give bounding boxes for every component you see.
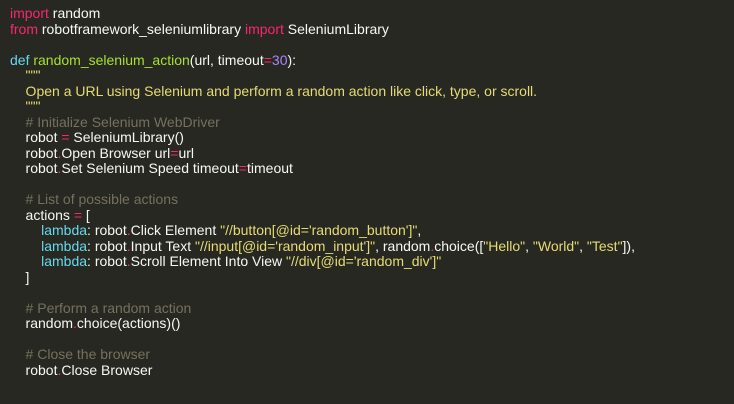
code-token: , random [375,237,431,254]
code-line: """ [10,98,734,115]
string-token: "Hello" [483,237,526,254]
code-line: lambda: robot.Scroll Element Into View "… [10,253,734,270]
string-token: "//button[@id='random_button']" [220,222,418,238]
string-token: """ [10,67,41,83]
code-token: , [525,237,533,254]
code-line: actions = [ [10,206,734,224]
code-token: ): [287,51,297,68]
code-token: robot [10,129,62,145]
string-token: "Test" [586,237,623,254]
code-token: timeout [247,160,293,176]
code-token: Input Text [130,237,195,254]
code-token: , [417,222,422,238]
code-line: lambda: robot.Input Text "//input[@id='r… [10,237,734,255]
code-token: choice([ [434,237,484,254]
comment-token: # Perform a random action [10,299,192,316]
code-token: robot [10,144,58,161]
code-token: ]), [622,237,635,254]
code-token: robot [10,361,58,378]
keyword-token: = [238,160,247,176]
string-token: "//div[@id='random_div']" [286,253,442,269]
builtin-token: lambda [10,237,88,254]
string-token: """ [10,98,41,114]
code-token: SeleniumLibrary() [69,129,184,145]
code-token: actions [10,206,74,223]
keyword-token: import [10,5,49,21]
keyword-token: from [10,20,38,37]
code-editor[interactable]: import random from robotframework_seleniu… [0,0,734,404]
builtin-token: lambda [10,222,88,238]
string-token: Open a URL using Selenium and perform a … [10,82,538,99]
code-token: , [579,237,587,254]
comment-token: # Close the browser [10,346,151,362]
function-name-token: random_selenium_action [33,51,190,68]
code-line: ] [10,268,734,286]
code-line: # Close the browser [10,346,734,363]
code-token: [ [82,206,90,223]
code-block[interactable]: import random from robotframework_seleniu… [10,5,734,379]
keyword-token: import [244,20,284,37]
comment-token: # List of possible actions [10,191,179,207]
number-token: 30 [271,51,288,68]
code-line: # List of possible actions [10,191,734,208]
builtin-token: lambda [10,253,88,269]
code-token: : robot [87,253,127,269]
code-token: Open Browser url [61,144,171,161]
code-token: : robot [87,222,127,238]
code-line: robot = SeleniumLibrary() [10,129,734,146]
code-token: random [10,315,74,331]
code-line: Open a URL using Selenium and perform a … [10,82,734,100]
keyword-token: = [263,51,272,68]
code-line: random.choice(actions)() [10,315,734,332]
code-token: Set Selenium Speed timeout [61,160,239,176]
code-line: lambda: robot.Click Element "//button[@i… [10,222,734,239]
code-token: url [178,144,195,161]
code-line: def random_selenium_action(url, timeout=… [10,51,734,69]
code-token: choice(actions)() [76,315,181,331]
code-token: random [48,5,101,21]
code-token: Scroll Element Into View [130,253,287,269]
code-line: robot.Close Browser [10,361,734,379]
keyword-token: = [73,206,82,223]
builtin-token: def [10,51,30,68]
code-token: SeleniumLibrary [283,20,389,37]
code-line: import random [10,5,734,22]
code-token: robotframework_seleniumlibrary [38,20,245,37]
code-token: Click Element [130,222,221,238]
comment-token: # Initialize Selenium WebDriver [10,113,220,130]
code-token: ] [10,268,30,285]
code-line: robot.Open Browser url=url [10,144,734,162]
string-token: "World" [532,237,580,254]
code-line: from robotframework_seleniumlibrary impo… [10,20,734,38]
code-token: Close Browser [61,361,153,378]
code-line: """ [10,67,734,84]
code-line: # Initialize Selenium WebDriver [10,113,734,131]
code-token: : robot [87,237,127,254]
code-token: robot [10,160,58,176]
code-line: robot.Set Selenium Speed timeout=timeout [10,160,734,177]
string-token: "//input[@id='random_input']" [194,237,376,254]
code-token: (url, timeout [189,51,264,68]
code-line: # Perform a random action [10,299,734,317]
keyword-token: = [61,129,70,145]
